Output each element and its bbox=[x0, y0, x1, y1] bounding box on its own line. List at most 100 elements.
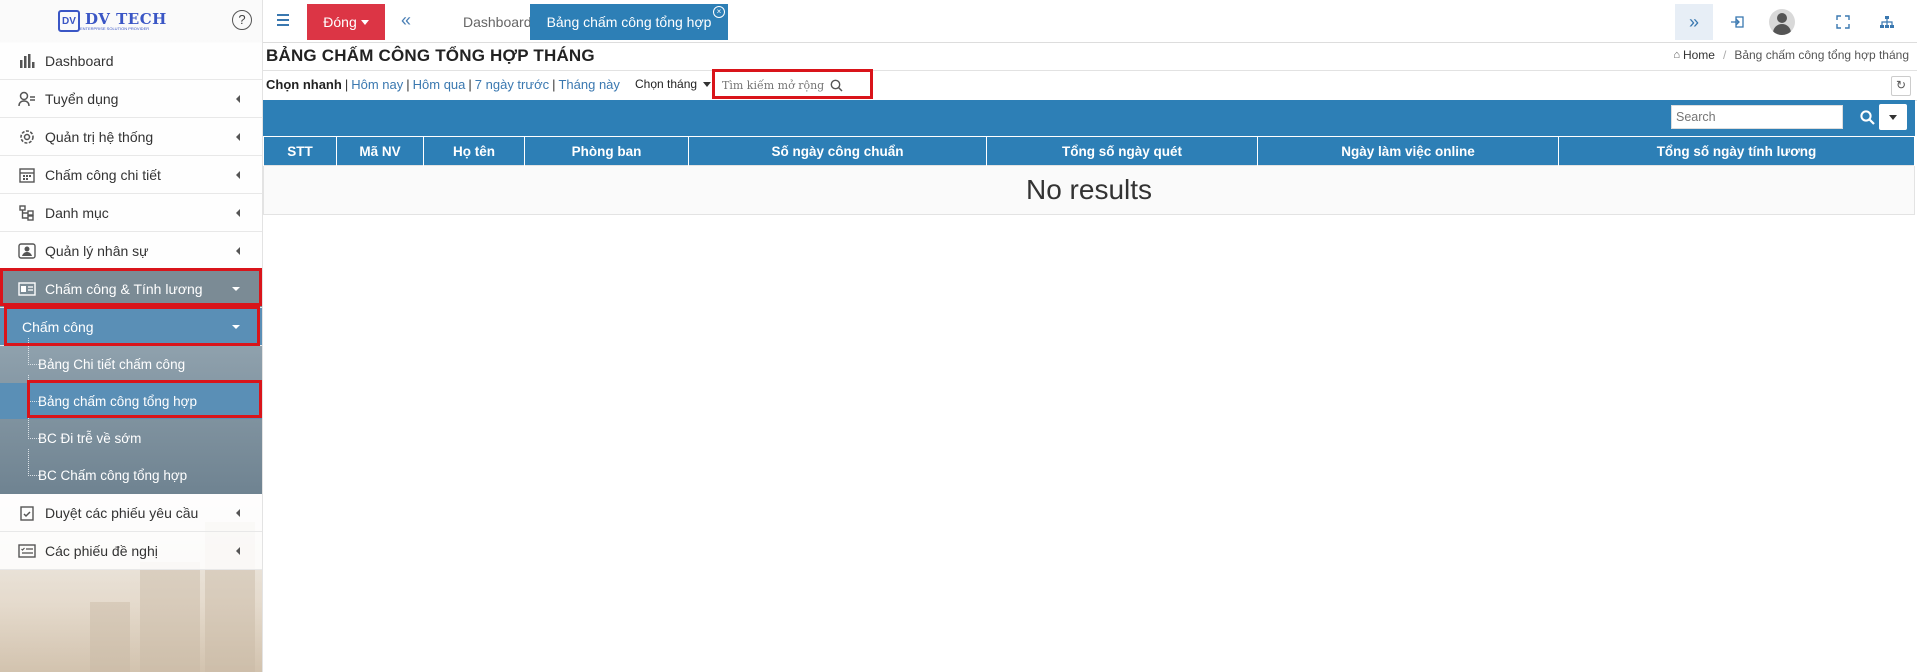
close-tabs-button[interactable]: Đóng bbox=[307, 4, 385, 40]
table-header-row: STT Mã NV Họ tên Phòng ban Số ngày công … bbox=[263, 137, 1915, 166]
sidebar-item-hr[interactable]: Quản lý nhân sự bbox=[0, 232, 262, 270]
chevron-left-icon bbox=[236, 171, 240, 179]
close-tabs-label: Đóng bbox=[323, 14, 357, 30]
sidebar-item-label: Các phiếu đề nghị bbox=[45, 542, 158, 559]
user-card-icon bbox=[17, 242, 37, 259]
sidebar-item-attendance-payroll[interactable]: Chấm công & Tính lương bbox=[0, 270, 262, 308]
column-header[interactable]: STT bbox=[263, 137, 337, 166]
sidebar-item-dashboard[interactable]: Dashboard bbox=[0, 42, 262, 80]
quick-filter: Chọn nhanh | Hôm nay | Hôm qua | 7 ngày trước |… bbox=[266, 77, 620, 92]
chevron-down-icon bbox=[232, 287, 240, 291]
column-header[interactable]: Mã NV bbox=[336, 137, 424, 166]
sidebar-item-recruitment[interactable]: Tuyển dụng bbox=[0, 80, 262, 118]
month-select-label: Chọn tháng bbox=[635, 77, 698, 91]
breadcrumb-separator: / bbox=[1722, 48, 1727, 62]
filter-yesterday-link[interactable]: Hôm qua bbox=[413, 77, 466, 92]
search-icon[interactable] bbox=[830, 79, 843, 92]
sidebar-item-label: Duyệt các phiếu yêu cầu bbox=[45, 504, 199, 521]
double-chevron-right-icon[interactable]: » bbox=[1675, 4, 1713, 40]
chevron-left-icon bbox=[236, 209, 240, 217]
caret-down-icon bbox=[703, 81, 712, 87]
tab-label: Bảng chấm công tổng hợp bbox=[546, 14, 712, 30]
no-results-message: No results bbox=[263, 165, 1915, 215]
column-header[interactable]: Tổng số ngày quét bbox=[986, 137, 1258, 166]
sidebar-item-label: Dashboard bbox=[45, 52, 114, 69]
logo-text: DV TECH bbox=[85, 9, 167, 28]
fullscreen-icon[interactable] bbox=[1829, 4, 1857, 40]
chevron-left-icon bbox=[236, 133, 240, 141]
sidebar-item-label: Quản trị hệ thống bbox=[45, 128, 154, 145]
columns-dropdown-button[interactable] bbox=[1879, 104, 1907, 130]
column-header[interactable]: Phòng ban bbox=[524, 137, 689, 166]
submenu-item-attendance-summary-report[interactable]: BC Chấm công tổng hợp bbox=[0, 449, 262, 493]
calendar-icon bbox=[17, 167, 37, 183]
sidebar-item-approve-requests[interactable]: Duyệt các phiếu yêu cầu bbox=[0, 494, 262, 532]
sidebar-item-proposals[interactable]: Các phiếu đề nghị bbox=[0, 532, 262, 570]
refresh-icon[interactable]: ↻ bbox=[1891, 76, 1911, 96]
sidebar-item-attendance[interactable]: Chấm công bbox=[0, 308, 262, 346]
chevron-down-icon bbox=[232, 325, 240, 329]
logo-row: DV DV TECH ENTERPRISE SOLUTION PROVIDER … bbox=[0, 0, 262, 43]
extended-search bbox=[722, 75, 850, 95]
sidebar-item-label: Chấm công bbox=[22, 318, 94, 335]
submenu-item-label: Bảng Chi tiết chấm công bbox=[38, 356, 186, 372]
person-search-icon bbox=[17, 91, 37, 107]
table-search-input[interactable] bbox=[1676, 106, 1836, 128]
clipboard-check-icon bbox=[17, 505, 37, 521]
chevron-left-icon bbox=[236, 509, 240, 517]
user-avatar[interactable] bbox=[1763, 4, 1801, 40]
sitemap-icon[interactable] bbox=[1873, 4, 1901, 40]
sidebar-item-label: Chấm công chi tiết bbox=[45, 166, 161, 183]
month-select[interactable]: Chọn tháng bbox=[635, 77, 712, 91]
chevron-left-icon bbox=[236, 95, 240, 103]
column-header[interactable]: Ngày làm việc online bbox=[1257, 137, 1559, 166]
submenu-item-label: Bảng chấm công tổng hợp bbox=[38, 393, 197, 409]
close-tab-icon[interactable]: × bbox=[713, 6, 725, 18]
filter-bar: Chọn nhanh | Hôm nay | Hôm qua | 7 ngày trước |… bbox=[263, 70, 1917, 101]
sidebar: DV DV TECH ENTERPRISE SOLUTION PROVIDER … bbox=[0, 0, 263, 672]
sidebar-item-label: Quản lý nhân sự bbox=[45, 242, 149, 259]
sidebar-item-label: Tuyển dụng bbox=[45, 90, 119, 107]
bar-chart-icon bbox=[17, 53, 37, 68]
tab-attendance-summary[interactable]: Bảng chấm công tổng hợp × bbox=[530, 4, 728, 40]
table-toolbar bbox=[263, 100, 1915, 136]
filter-this-month-link[interactable]: Tháng này bbox=[558, 77, 619, 92]
tree-icon bbox=[17, 204, 37, 221]
extended-search-input[interactable] bbox=[722, 78, 830, 92]
column-header[interactable]: Họ tên bbox=[423, 137, 525, 166]
filter-last7days-link[interactable]: 7 ngày trước bbox=[475, 77, 549, 92]
column-header[interactable]: Số ngày công chuẩn bbox=[688, 137, 987, 166]
submenu-item-late-early-report[interactable]: BC Đi trễ về sớm bbox=[0, 412, 262, 456]
chevron-left-icon bbox=[236, 547, 240, 555]
help-icon[interactable]: ? bbox=[232, 10, 252, 30]
submenu-item-attendance-summary[interactable]: Bảng chấm công tổng hợp bbox=[0, 375, 262, 419]
submenu-item-label: BC Đi trễ về sớm bbox=[38, 430, 142, 446]
hamburger-menu-icon[interactable] bbox=[277, 14, 289, 29]
submenu-item-label: BC Chấm công tổng hợp bbox=[38, 467, 188, 483]
breadcrumb-home[interactable]: Home bbox=[1683, 48, 1715, 62]
avatar-icon bbox=[1769, 9, 1795, 35]
sign-in-icon[interactable] bbox=[1723, 4, 1751, 40]
home-icon: ⌂ bbox=[1673, 49, 1680, 61]
breadcrumb-current: Bảng chấm công tổng hợp tháng bbox=[1734, 48, 1909, 62]
double-chevron-left-icon[interactable]: « bbox=[401, 10, 411, 31]
chevron-left-icon bbox=[236, 247, 240, 255]
page-title: BẢNG CHẤM CÔNG TỔNG HỢP THÁNG bbox=[266, 46, 595, 65]
logo-mark-icon: DV bbox=[58, 10, 80, 32]
submenu-item-attendance-detail-table[interactable]: Bảng Chi tiết chấm công bbox=[0, 338, 262, 382]
sidebar-item-system-admin[interactable]: Quản trị hệ thống bbox=[0, 118, 262, 156]
quick-filter-label: Chọn nhanh bbox=[266, 77, 342, 92]
column-header[interactable]: Tổng số ngày tính lương bbox=[1558, 137, 1915, 166]
breadcrumb: ⌂ Home / Bảng chấm công tổng hợp tháng bbox=[1673, 48, 1909, 62]
logo[interactable]: DV DV TECH ENTERPRISE SOLUTION PROVIDER bbox=[58, 10, 167, 32]
table-row: No results bbox=[263, 165, 1915, 215]
sidebar-item-label: Danh mục bbox=[45, 204, 109, 221]
caret-down-icon bbox=[1889, 114, 1897, 120]
table-search-box bbox=[1671, 105, 1843, 129]
id-card-icon bbox=[17, 281, 37, 296]
sidebar-item-attendance-detail[interactable]: Chấm công chi tiết bbox=[0, 156, 262, 194]
sidebar-item-categories[interactable]: Danh mục bbox=[0, 194, 262, 232]
filter-today-link[interactable]: Hôm nay bbox=[351, 77, 403, 92]
list-form-icon bbox=[17, 543, 37, 558]
top-bar: Đóng « Dashboard Bảng chấm công tổng hợp… bbox=[263, 0, 1917, 43]
